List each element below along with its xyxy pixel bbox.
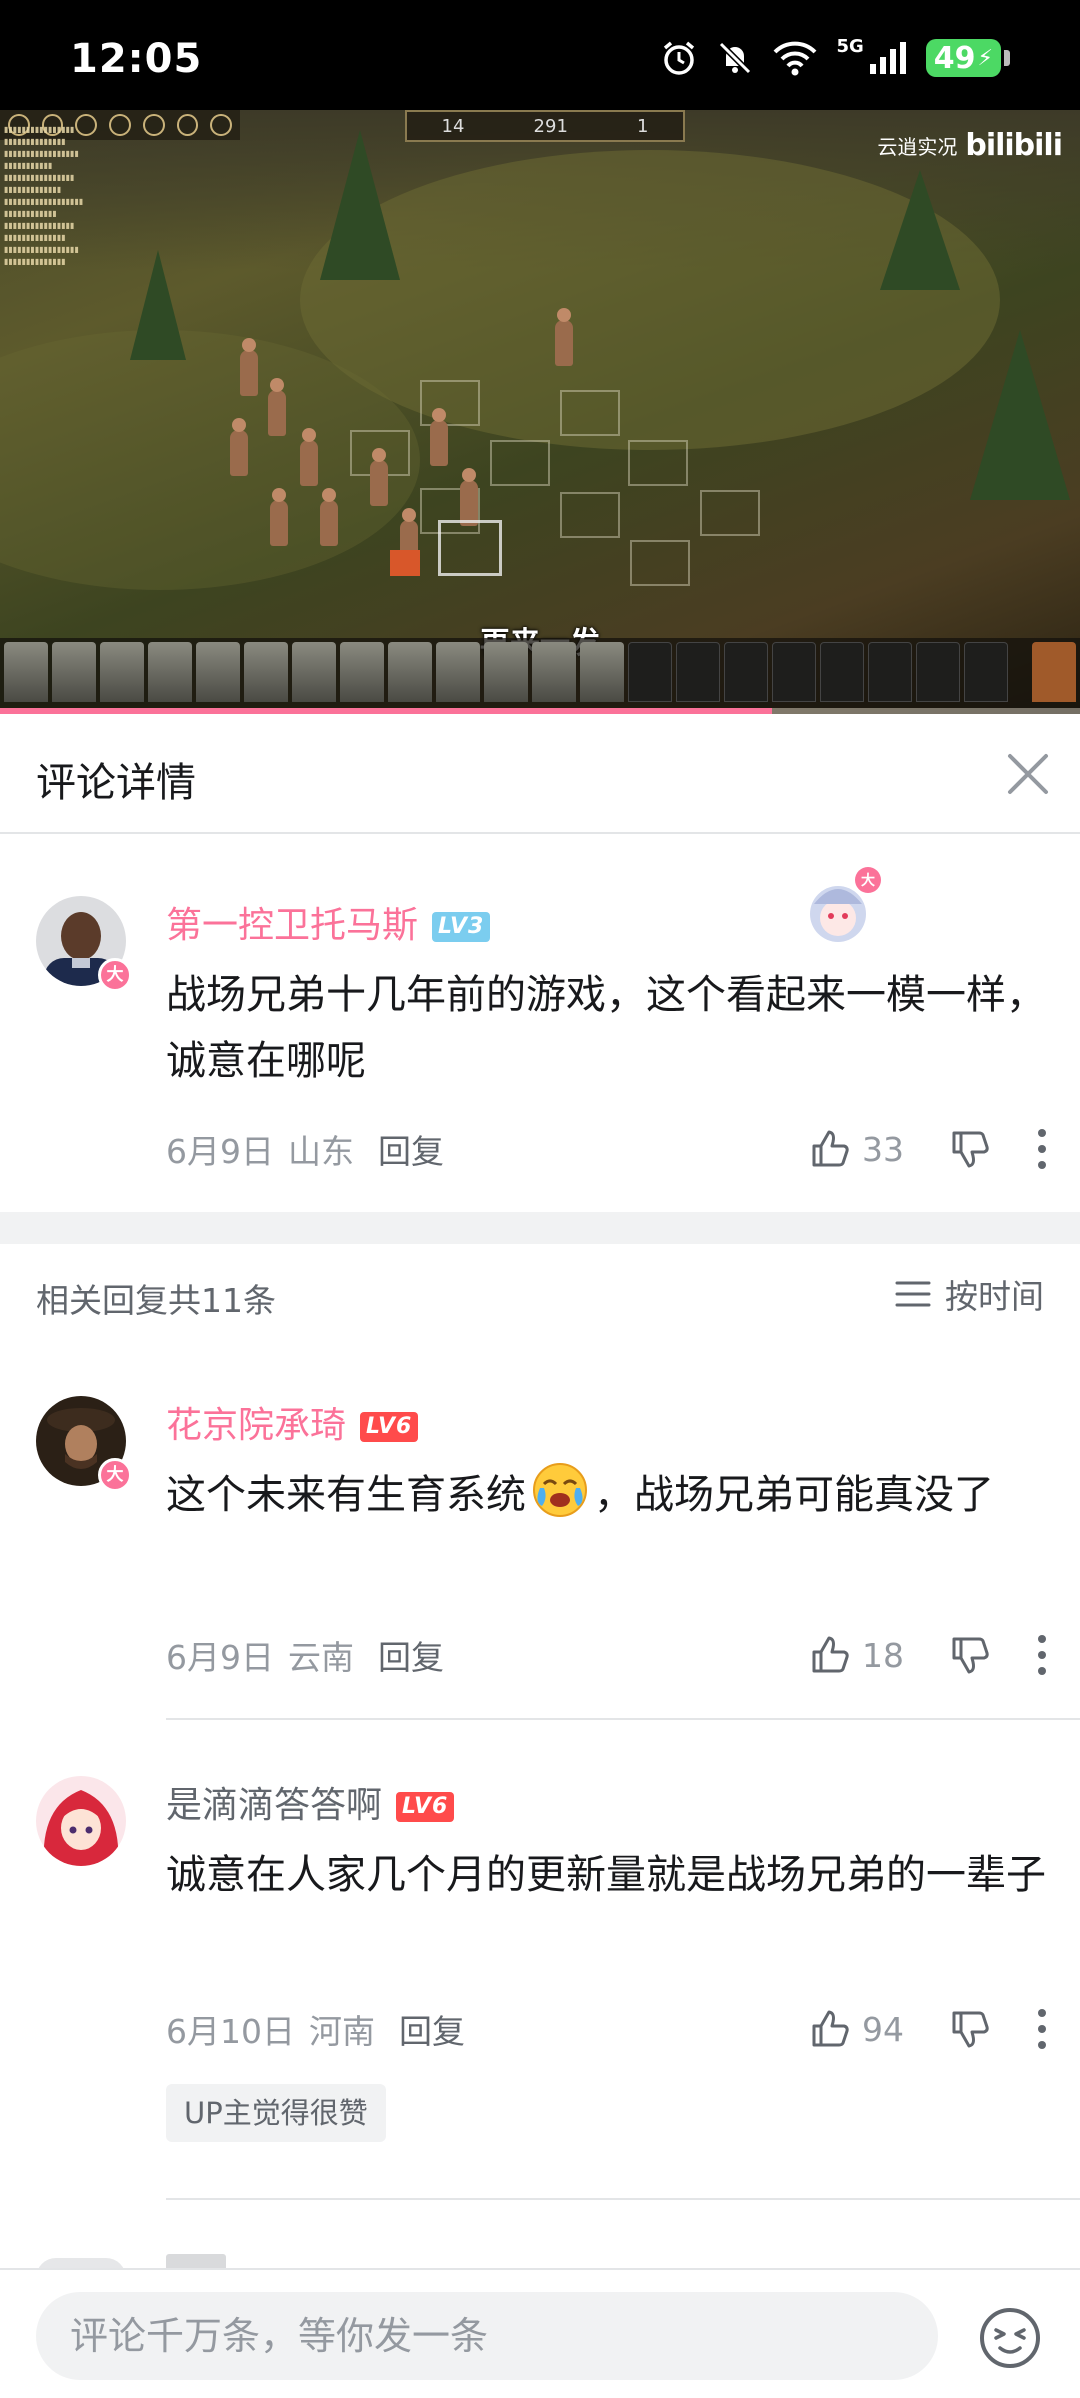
reply-divider [166, 2198, 1080, 2200]
game-hud: 14 291 1 [405, 110, 685, 142]
reply-button[interactable]: 回复 [399, 2005, 465, 2053]
hud-value-3: 1 [637, 115, 649, 137]
like-count: 33 [862, 1129, 904, 1169]
comment-date: 6月10日 [166, 2012, 295, 2051]
hud-value-2: 291 [533, 115, 568, 137]
reply-button[interactable]: 回复 [378, 1631, 444, 1679]
comment-date: 6月9日 [166, 1638, 274, 1677]
comment-location: 山东 [288, 1132, 354, 1171]
comment-location: 河南 [309, 2012, 375, 2051]
video-player[interactable]: ▮▮▮▮▮▮▮▮▮▮▮▮▮▮▮▮ ▮▮▮▮▮▮▮▮▮▮▮▮▮▮ ▮▮▮▮▮▮▮▮▮▮… [0, 110, 1080, 714]
watermark-text: 云逍实况 [877, 135, 958, 159]
vip-badge: 大 [98, 1458, 132, 1492]
more-options-icon[interactable] [1032, 1635, 1052, 1675]
battery-charging-icon: 49 ⚡ [925, 39, 1010, 77]
alarm-icon [664, 41, 695, 75]
svg-text:大: 大 [861, 872, 875, 889]
thumbs-down-icon[interactable] [948, 1127, 992, 1171]
panel-title: 评论详情 [36, 760, 196, 806]
level-badge: LV6 [396, 1792, 455, 1822]
avatar[interactable]: 大 [36, 896, 132, 992]
comment-location: 云南 [288, 1638, 354, 1677]
username-text[interactable]: 是滴滴答答啊 [166, 1785, 382, 1826]
like-button[interactable]: 94 [808, 2007, 904, 2051]
section-separator [0, 1212, 1080, 1244]
sort-label[interactable]: 按时间 [945, 1270, 1044, 1318]
related-count: 相关回复共11条 [36, 1281, 276, 1320]
next-reply-peek [166, 2254, 366, 2268]
level-badge: LV6 [360, 1412, 419, 1442]
anime-sticker-decoration: 大 [810, 867, 881, 942]
game-combat-log: ▮▮▮▮▮▮▮▮▮▮▮▮▮▮▮▮ ▮▮▮▮▮▮▮▮▮▮▮▮▮▮ ▮▮▮▮▮▮▮▮▮▮… [4, 125, 84, 266]
comment-input-bar [0, 2268, 1080, 2398]
root-comment: 大 第一控卫托马斯 LV3 大 战场兄弟十几年前的游戏，这个看起来一模一样，诚意在… [0, 834, 1080, 1212]
comment-panel-header: 评论详情 [0, 714, 1080, 834]
comment-text: 战场兄弟十几年前的游戏，这个看起来一模一样，诚意在哪呢 [166, 972, 1046, 1084]
level-badge: LV3 [432, 912, 491, 942]
avatar[interactable] [36, 1776, 126, 1866]
comment-username[interactable]: 是滴滴答答啊 LV6 [166, 1776, 455, 1828]
face-tears-emoji [533, 1463, 587, 1517]
username-text[interactable]: 第一控卫托马斯 [166, 905, 418, 946]
up-liked-tag: UP主觉得很赞 [166, 2084, 386, 2142]
thumbs-up-icon [812, 2010, 849, 2047]
more-options-icon[interactable] [1032, 1129, 1052, 1169]
hud-value-1: 14 [441, 115, 465, 137]
username-text[interactable]: 花京院承琦 [166, 1405, 346, 1446]
comment-actions: 33 [808, 1124, 1052, 1174]
comment-username[interactable]: 花京院承琦 LV6 [166, 1396, 419, 1448]
comment-input[interactable] [36, 2292, 938, 2380]
vip-badge: 大 [98, 958, 132, 992]
status-icons: 5G 49 ⚡ [660, 36, 1010, 80]
comment-meta: 6月10日 河南 回复 [166, 2004, 465, 2054]
comment-date: 6月9日 [166, 1132, 274, 1171]
battery-level: 49 [933, 40, 976, 76]
status-bar: 12:05 5G 49 ⚡ [0, 0, 1080, 110]
comment-text-part: 这个未来有生育系统 [166, 1472, 526, 1518]
comment-text-part: ，战场兄弟可能真没了 [594, 1472, 994, 1518]
wifi-icon [774, 41, 817, 76]
status-time: 12:05 [70, 36, 203, 82]
comment-text: 这个未来有生育系统 ，战场兄弟可能真没了 [166, 1462, 1046, 1528]
bilibili-logo: bilibili [965, 128, 1063, 163]
game-unit-bar [0, 638, 1080, 708]
like-button[interactable]: 18 [808, 1633, 904, 1677]
comment-text: 诚意在人家几个月的更新量就是战场兄弟的一辈子 [166, 1852, 1046, 1898]
comment-meta: 6月9日 山东 回复 [166, 1124, 444, 1174]
signal-icon [869, 42, 906, 74]
like-count: 18 [862, 1635, 904, 1675]
close-icon[interactable] [996, 742, 1060, 806]
mute-bell-icon [719, 41, 752, 75]
reply-item: 大 花京院承琦 LV6 这个未来有生育系统 ，战场兄弟可能真没了 6月9日 云南 … [0, 1344, 1080, 1720]
comment-username[interactable]: 第一控卫托马斯 LV3 [166, 896, 491, 948]
sort-by-time-button[interactable]: 按时间 [895, 1270, 1044, 1318]
video-watermark: 云逍实况 bilibili [877, 128, 1063, 163]
emoji-icon[interactable] [978, 2306, 1042, 2370]
thumbs-up-icon [812, 1130, 849, 1167]
sort-list-icon [895, 1281, 931, 1307]
comment-actions: 18 [808, 1630, 1052, 1680]
thumbs-up-icon [812, 1636, 849, 1673]
thumbs-down-icon[interactable] [948, 1633, 992, 1677]
avatar[interactable]: 大 [36, 1396, 132, 1492]
comment-meta: 6月9日 云南 回复 [166, 1630, 444, 1680]
like-button[interactable]: 33 [808, 1127, 904, 1171]
reply-button[interactable]: 回复 [378, 1125, 444, 1173]
thumbs-down-icon[interactable] [948, 2007, 992, 2051]
related-replies-header: 相关回复共11条 按时间 [0, 1244, 1080, 1344]
comment-actions: 94 [808, 2004, 1052, 2054]
reply-item: 是滴滴答答啊 LV6 诚意在人家几个月的更新量就是战场兄弟的一辈子 6月10日 河… [0, 1720, 1080, 2200]
network-type: 5G [836, 35, 864, 57]
like-count: 94 [862, 2009, 904, 2049]
more-options-icon[interactable] [1032, 2009, 1052, 2049]
